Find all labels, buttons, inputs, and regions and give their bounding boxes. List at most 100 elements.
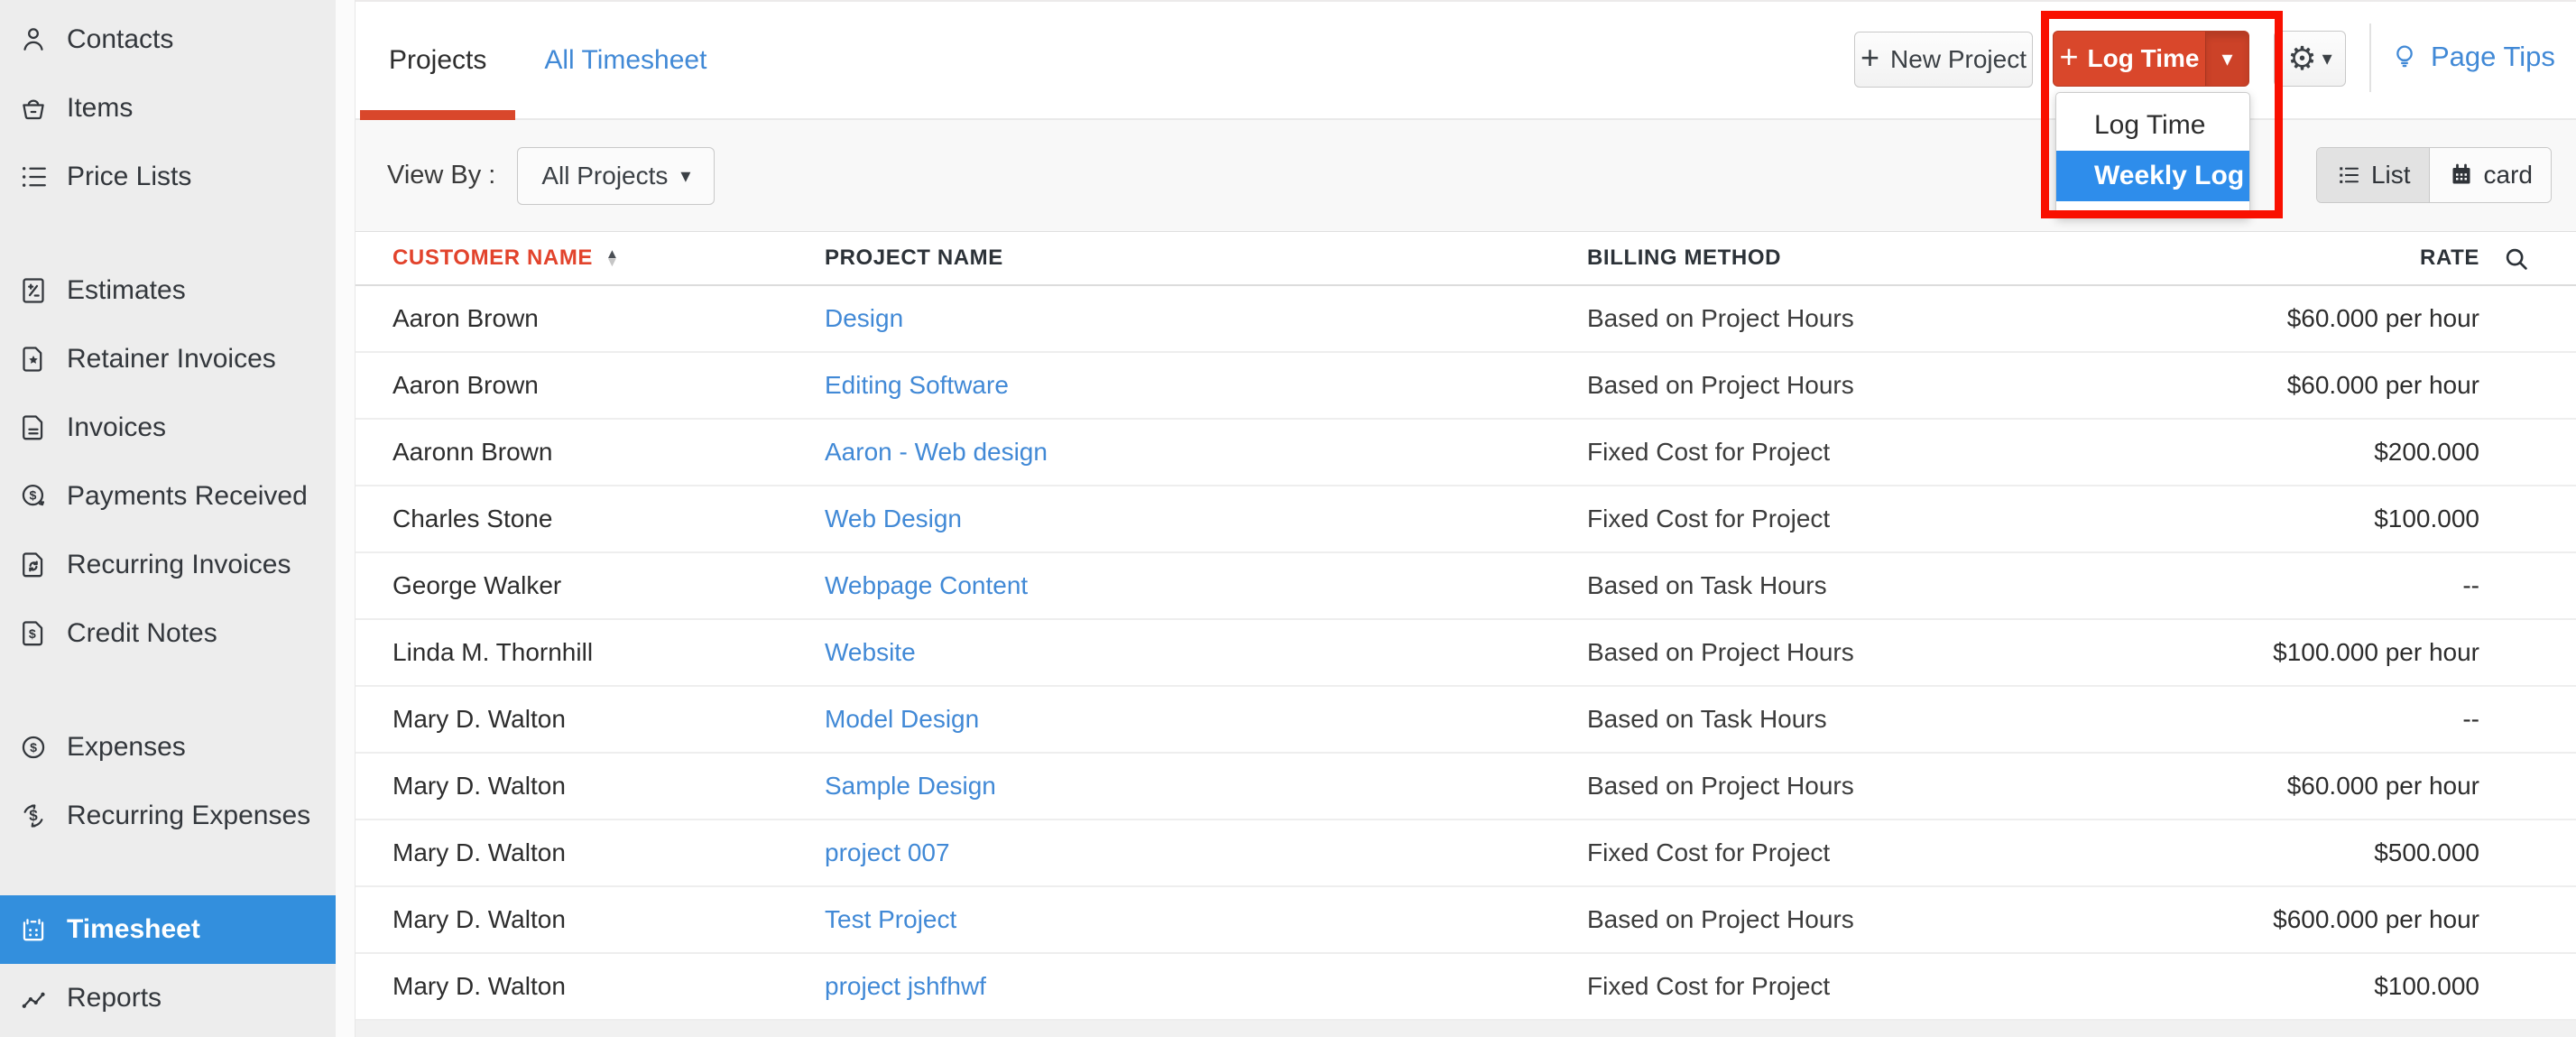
column-project-name[interactable]: PROJECT NAME: [825, 245, 1587, 271]
table-row[interactable]: Charles StoneWeb DesignFixed Cost for Pr…: [355, 486, 2576, 553]
cell-customer-name: Mary D. Walton: [392, 705, 825, 734]
table-row[interactable]: Mary D. Waltonproject jshfhwfFixed Cost …: [355, 954, 2576, 1021]
tab-projects-label: Projects: [389, 45, 486, 76]
sidebar-item-price-lists[interactable]: Price Lists: [0, 143, 336, 211]
cell-project-name: Website: [825, 638, 1587, 667]
project-link[interactable]: project 007: [825, 838, 950, 866]
tab-all-timesheet-label: All Timesheet: [544, 45, 706, 76]
project-link[interactable]: Sample Design: [825, 772, 996, 800]
view-mode-toggle: List card: [2316, 147, 2552, 203]
log-time-button[interactable]: + Log Time: [2054, 32, 2205, 86]
project-link[interactable]: Test Project: [825, 905, 956, 933]
table-header: CUSTOMER NAME ▲▼ PROJECT NAME BILLING ME…: [355, 232, 2576, 286]
cell-project-name: Test Project: [825, 905, 1587, 934]
table-row[interactable]: Aaron BrownEditing Software Based on Proj…: [355, 353, 2576, 420]
cell-customer-name: Charles Stone: [392, 505, 825, 533]
cell-rate: $60.000 per hour: [2209, 772, 2479, 801]
sidebar-item-reports[interactable]: Reports: [0, 964, 336, 1032]
project-link[interactable]: Web Design: [825, 505, 962, 532]
sidebar-item-expenses[interactable]: $Expenses: [0, 713, 336, 782]
sort-icon[interactable]: ▲▼: [605, 250, 619, 266]
cell-billing-method: Based on Task Hours: [1587, 705, 2209, 734]
cell-rate: $60.000 per hour: [2209, 304, 2479, 333]
table-row[interactable]: Mary D. WaltonModel Design Based on Task …: [355, 687, 2576, 754]
menu-item-weekly-log[interactable]: Weekly Log: [2056, 151, 2249, 201]
new-project-button[interactable]: + New Project: [1854, 32, 2033, 88]
page-tips-button[interactable]: Page Tips: [2389, 29, 2555, 85]
recurring-invoice-icon: [18, 550, 49, 580]
table-row[interactable]: Aaronn BrownAaron - Web designFixed Cost…: [355, 420, 2576, 486]
payments-received-icon: $: [18, 481, 49, 512]
cell-customer-name: Aaron Brown: [392, 371, 825, 400]
cell-customer-name: Mary D. Walton: [392, 905, 825, 934]
card-view-button[interactable]: card: [2429, 148, 2551, 202]
cell-project-name: Design: [825, 304, 1587, 333]
sidebar-item-timesheet[interactable]: Timesheet: [0, 895, 336, 964]
lightbulb-icon: [2389, 42, 2420, 72]
plus-icon: +: [2060, 41, 2079, 73]
table-row[interactable]: Aaron BrownDesignBased on Project Hours$…: [355, 286, 2576, 353]
settings-button[interactable]: ⚙ ▾: [2274, 31, 2346, 87]
sidebar-item-recurring-expenses[interactable]: $ Recurring Expenses: [0, 782, 336, 850]
invoice-icon: [18, 412, 49, 443]
column-customer-name[interactable]: CUSTOMER NAME: [392, 245, 593, 271]
log-time-split-button[interactable]: + Log Time ▾: [2053, 31, 2249, 87]
sidebar-scrollbar-gutter[interactable]: [336, 0, 355, 1037]
log-time-caret-button[interactable]: ▾: [2205, 32, 2248, 86]
table-row[interactable]: Mary D. WaltonSample DesignBased on Proj…: [355, 754, 2576, 820]
tab-projects[interactable]: Projects: [360, 2, 515, 118]
sidebar-item-items[interactable]: Items: [0, 74, 336, 143]
tab-all-timesheet[interactable]: All Timesheet: [515, 2, 735, 118]
sidebar-item-label: Timesheet: [67, 914, 200, 945]
menu-item-log-time[interactable]: Log Time: [2056, 100, 2249, 151]
sidebar-item-retainer-invoices[interactable]: Retainer Invoices: [0, 325, 336, 394]
table-row[interactable]: Mary D. WaltonTest ProjectBased on Proje…: [355, 887, 2576, 954]
sidebar-item-credit-notes[interactable]: $Credit Notes: [0, 599, 336, 668]
sidebar-item-invoices[interactable]: Invoices: [0, 394, 336, 462]
sidebar-item-label: Contacts: [67, 24, 173, 55]
table-row[interactable]: Linda M. ThornhillWebsiteBased on Projec…: [355, 620, 2576, 687]
gear-icon: ⚙: [2287, 42, 2316, 75]
sidebar-item-recurring-invoices[interactable]: Recurring Invoices: [0, 531, 336, 599]
caret-down-icon: ▾: [680, 164, 690, 188]
project-link[interactable]: Editing Software: [825, 371, 1009, 399]
project-link[interactable]: Website: [825, 638, 916, 666]
project-link[interactable]: Webpage Content: [825, 571, 1028, 599]
table-row[interactable]: George WalkerWebpage ContentBased on Tas…: [355, 553, 2576, 620]
bottom-strip: [355, 1021, 2576, 1037]
cell-rate: $60.000 per hour: [2209, 371, 2479, 400]
log-time-label: Log Time: [2088, 44, 2200, 73]
basket-icon: [18, 93, 49, 124]
column-billing-method[interactable]: BILLING METHOD: [1587, 245, 2209, 271]
svg-text:$: $: [29, 807, 38, 824]
timesheet-icon: [18, 914, 49, 945]
cell-billing-method: Fixed Cost for Project: [1587, 838, 2209, 867]
sidebar-item-contacts[interactable]: Contacts: [0, 5, 336, 74]
view-by-select[interactable]: All Projects ▾: [517, 147, 715, 205]
cell-project-name: Webpage Content: [825, 571, 1587, 600]
caret-down-icon: ▾: [2322, 47, 2332, 70]
table-row[interactable]: Mary D. Waltonproject 007 Fixed Cost for …: [355, 820, 2576, 887]
sidebar-item-payments-received[interactable]: $Payments Received: [0, 462, 336, 531]
sidebar-item-estimates[interactable]: Estimates: [0, 256, 336, 325]
cell-project-name: Sample Design: [825, 772, 1587, 801]
search-icon[interactable]: [2502, 245, 2531, 273]
cell-customer-name: Mary D. Walton: [392, 772, 825, 801]
person-icon: [18, 24, 49, 55]
project-link[interactable]: Aaron - Web design: [825, 438, 1048, 466]
project-link[interactable]: project jshfhwf: [825, 972, 986, 1000]
view-by-value: All Projects: [541, 162, 668, 190]
cell-customer-name: George Walker: [392, 571, 825, 600]
sidebar-item-label: Recurring Expenses: [67, 801, 310, 831]
column-rate[interactable]: RATE: [2209, 245, 2479, 271]
sidebar-item-label: Estimates: [67, 275, 186, 306]
main-content: Projects All Timesheet + New Project + L…: [355, 0, 2576, 1037]
cell-customer-name: Mary D. Walton: [392, 972, 825, 1001]
list-view-button[interactable]: List: [2317, 148, 2429, 202]
cell-rate: $600.000 per hour: [2209, 905, 2479, 934]
cell-customer-name: Mary D. Walton: [392, 838, 825, 867]
cell-billing-method: Based on Project Hours: [1587, 371, 2209, 400]
project-link[interactable]: Model Design: [825, 705, 979, 733]
project-link[interactable]: Design: [825, 304, 903, 332]
vertical-divider: [2369, 23, 2371, 92]
